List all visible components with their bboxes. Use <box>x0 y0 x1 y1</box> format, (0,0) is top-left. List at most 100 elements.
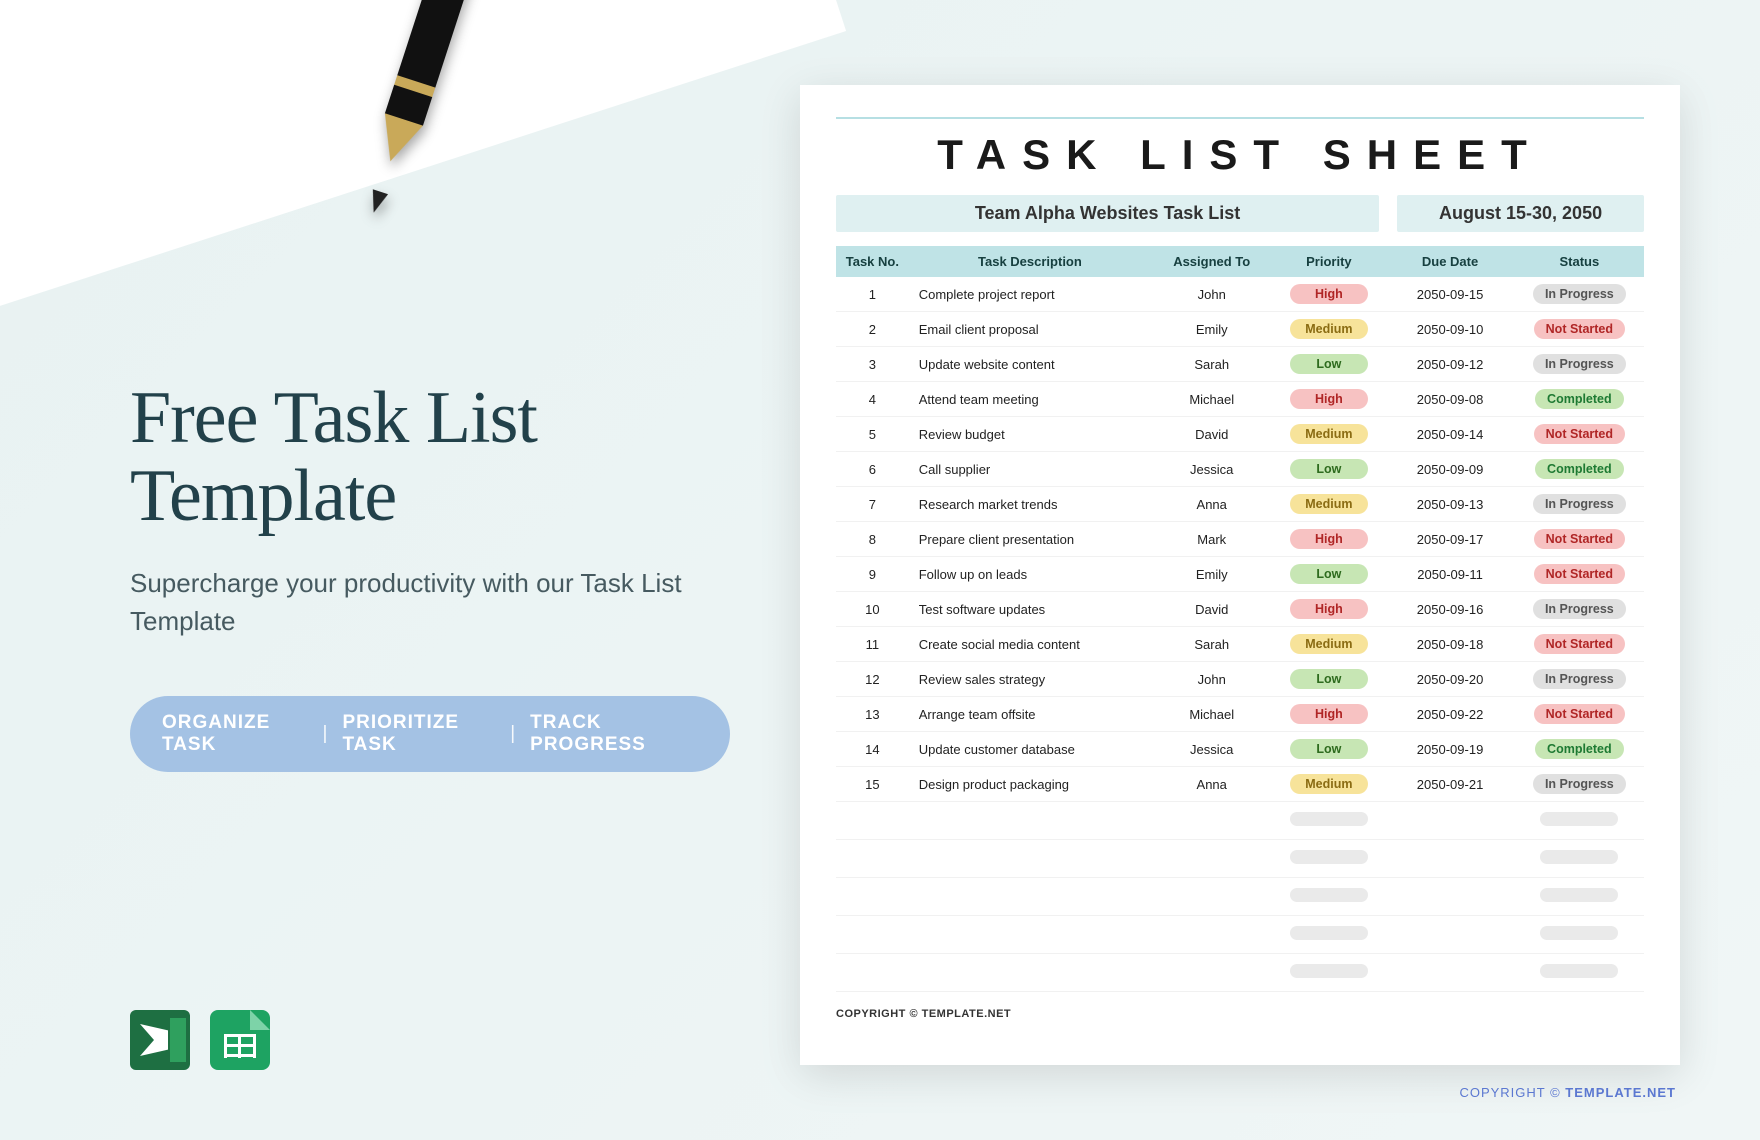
priority-badge: Medium <box>1290 634 1368 654</box>
cell-desc: Email client proposal <box>909 312 1151 347</box>
cell-priority: Medium <box>1272 627 1385 662</box>
table-row: 4 Attend team meeting Michael High 2050-… <box>836 382 1644 417</box>
cell-desc: Create social media content <box>909 627 1151 662</box>
col-desc: Task Description <box>909 246 1151 277</box>
col-priority: Priority <box>1272 246 1385 277</box>
table-row: 5 Review budget David Medium 2050-09-14 … <box>836 417 1644 452</box>
status-badge: In Progress <box>1533 599 1626 619</box>
subheadline: Supercharge your productivity with our T… <box>130 565 730 640</box>
table-row: 13 Arrange team offsite Michael High 205… <box>836 697 1644 732</box>
promo-text-block: Free Task List Template Supercharge your… <box>130 380 730 772</box>
table-row-empty <box>836 954 1644 992</box>
cell-priority: Medium <box>1272 312 1385 347</box>
pill-prioritize: PRIORITIZE TASK <box>342 712 496 756</box>
cell-desc: Test software updates <box>909 592 1151 627</box>
priority-badge: Medium <box>1290 494 1368 514</box>
outer-copyright-brand: TEMPLATE.NET <box>1565 1085 1676 1100</box>
headline-line1: Free Task List <box>130 377 537 459</box>
headline-line2: Template <box>130 455 396 537</box>
cell-taskno: 10 <box>836 592 909 627</box>
cell-assigned: Mark <box>1151 522 1272 557</box>
inner-copyright: COPYRIGHT © TEMPLATE.NET <box>836 1008 1644 1020</box>
cell-due: 2050-09-22 <box>1385 697 1514 732</box>
cell-due: 2050-09-17 <box>1385 522 1514 557</box>
cell-taskno: 15 <box>836 767 909 802</box>
priority-badge: High <box>1290 284 1368 304</box>
document-subheader: Team Alpha Websites Task List August 15-… <box>836 195 1644 232</box>
task-sheet-document: TASK LIST SHEET Team Alpha Websites Task… <box>800 85 1680 1065</box>
pill-track: TRACK PROGRESS <box>530 712 698 756</box>
document-title: TASK LIST SHEET <box>836 131 1644 179</box>
divider <box>836 117 1644 119</box>
cell-status: Not Started <box>1515 417 1644 452</box>
status-badge: Not Started <box>1534 424 1625 444</box>
headline: Free Task List Template <box>130 380 730 535</box>
cell-desc: Arrange team offsite <box>909 697 1151 732</box>
status-badge: Not Started <box>1534 634 1625 654</box>
cell-due: 2050-09-10 <box>1385 312 1514 347</box>
cell-due: 2050-09-09 <box>1385 452 1514 487</box>
table-row: 3 Update website content Sarah Low 2050-… <box>836 347 1644 382</box>
cell-status: In Progress <box>1515 347 1644 382</box>
table-row: 9 Follow up on leads Emily Low 2050-09-1… <box>836 557 1644 592</box>
team-name: Team Alpha Websites Task List <box>836 195 1379 232</box>
priority-badge: Low <box>1290 564 1368 584</box>
cell-due: 2050-09-19 <box>1385 732 1514 767</box>
table-header-row: Task No. Task Description Assigned To Pr… <box>836 246 1644 277</box>
cell-priority: Medium <box>1272 487 1385 522</box>
table-row: 10 Test software updates David High 2050… <box>836 592 1644 627</box>
cell-assigned: Jessica <box>1151 452 1272 487</box>
cell-priority: Low <box>1272 347 1385 382</box>
table-row: 15 Design product packaging Anna Medium … <box>836 767 1644 802</box>
col-status: Status <box>1515 246 1644 277</box>
cell-status: In Progress <box>1515 767 1644 802</box>
cell-desc: Design product packaging <box>909 767 1151 802</box>
cell-due: 2050-09-14 <box>1385 417 1514 452</box>
cell-priority: Medium <box>1272 417 1385 452</box>
table-row-empty <box>836 840 1644 878</box>
status-badge: Not Started <box>1534 529 1625 549</box>
status-badge: Not Started <box>1534 564 1625 584</box>
status-badge: In Progress <box>1533 669 1626 689</box>
cell-desc: Attend team meeting <box>909 382 1151 417</box>
cell-due: 2050-09-20 <box>1385 662 1514 697</box>
pill-sep: | <box>510 723 516 745</box>
cell-due: 2050-09-18 <box>1385 627 1514 662</box>
cell-taskno: 14 <box>836 732 909 767</box>
cell-taskno: 8 <box>836 522 909 557</box>
priority-badge: Low <box>1290 354 1368 374</box>
cell-status: In Progress <box>1515 592 1644 627</box>
table-row: 2 Email client proposal Emily Medium 205… <box>836 312 1644 347</box>
cell-due: 2050-09-11 <box>1385 557 1514 592</box>
cell-priority: Medium <box>1272 767 1385 802</box>
cell-taskno: 13 <box>836 697 909 732</box>
placeholder-pill <box>1540 888 1618 902</box>
outer-copyright: COPYRIGHT © TEMPLATE.NET <box>1459 1085 1676 1100</box>
cell-priority: High <box>1272 522 1385 557</box>
cell-assigned: Sarah <box>1151 627 1272 662</box>
status-badge: In Progress <box>1533 494 1626 514</box>
cell-taskno: 4 <box>836 382 909 417</box>
placeholder-pill <box>1540 964 1618 978</box>
cell-desc: Complete project report <box>909 277 1151 312</box>
placeholder-pill <box>1540 850 1618 864</box>
col-taskno: Task No. <box>836 246 909 277</box>
cell-priority: Low <box>1272 732 1385 767</box>
status-badge: Completed <box>1535 459 1624 479</box>
cell-status: Completed <box>1515 382 1644 417</box>
table-row: 8 Prepare client presentation Mark High … <box>836 522 1644 557</box>
cell-taskno: 6 <box>836 452 909 487</box>
date-range: August 15-30, 2050 <box>1397 195 1644 232</box>
status-badge: In Progress <box>1533 284 1626 304</box>
priority-badge: Medium <box>1290 774 1368 794</box>
cell-status: In Progress <box>1515 277 1644 312</box>
cell-status: Completed <box>1515 452 1644 487</box>
cell-assigned: David <box>1151 417 1272 452</box>
table-row-empty <box>836 878 1644 916</box>
cell-priority: Low <box>1272 452 1385 487</box>
cell-assigned: Michael <box>1151 382 1272 417</box>
cell-assigned: Emily <box>1151 312 1272 347</box>
priority-badge: Low <box>1290 459 1368 479</box>
excel-icon <box>130 1010 190 1070</box>
cell-desc: Update customer database <box>909 732 1151 767</box>
